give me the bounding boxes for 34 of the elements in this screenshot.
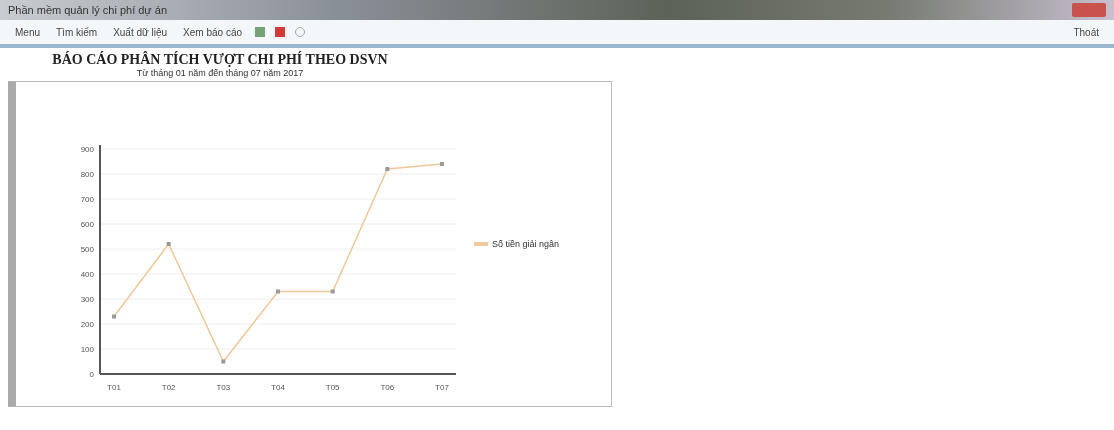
y-axis-label: 200 <box>80 320 94 329</box>
data-point <box>221 359 226 364</box>
report-subtitle: Từ tháng 01 năm đến tháng 07 năm 2017 <box>136 68 304 78</box>
x-axis-label: T06 <box>380 383 395 392</box>
y-axis-label: 300 <box>80 295 94 304</box>
x-axis-label: T04 <box>271 383 285 392</box>
y-axis-label: 600 <box>80 220 94 229</box>
y-axis-label: 0 <box>89 370 94 379</box>
close-icon[interactable] <box>1072 3 1106 17</box>
x-axis-label: T07 <box>435 383 449 392</box>
toolbar-button[interactable]: Xem báo cáo <box>180 24 245 40</box>
x-axis-label: T05 <box>325 383 340 392</box>
toolbar-button[interactable]: Menu <box>12 24 43 40</box>
data-point <box>166 242 171 246</box>
x-axis-label: T01 <box>107 383 121 392</box>
x-axis-label: T02 <box>161 383 176 392</box>
toolbar-button[interactable]: Xuất dữ liệu <box>110 24 171 40</box>
y-axis-label: 800 <box>80 170 94 179</box>
window-title: Phần mềm quản lý chi phí dự án <box>8 4 167 16</box>
x-axis-label: T03 <box>216 383 231 392</box>
legend-label: Số tiền giải ngân <box>492 239 560 249</box>
data-point <box>440 162 444 166</box>
data-point <box>385 167 390 171</box>
y-axis-label: 700 <box>80 195 94 204</box>
exit-button[interactable]: Thoát <box>1070 24 1102 40</box>
report-title: BÁO CÁO PHÂN TÍCH VƯỢT CHI PHÍ THEO DSVN <box>52 52 388 68</box>
y-axis-label: 500 <box>80 245 94 254</box>
data-point <box>276 289 280 294</box>
data-point <box>112 314 116 319</box>
y-axis-label: 400 <box>80 270 94 279</box>
data-point <box>330 289 335 294</box>
y-axis-label: 900 <box>80 145 94 154</box>
y-axis-label: 100 <box>80 345 94 354</box>
toolbar-button[interactable]: Tìm kiếm <box>53 24 101 40</box>
